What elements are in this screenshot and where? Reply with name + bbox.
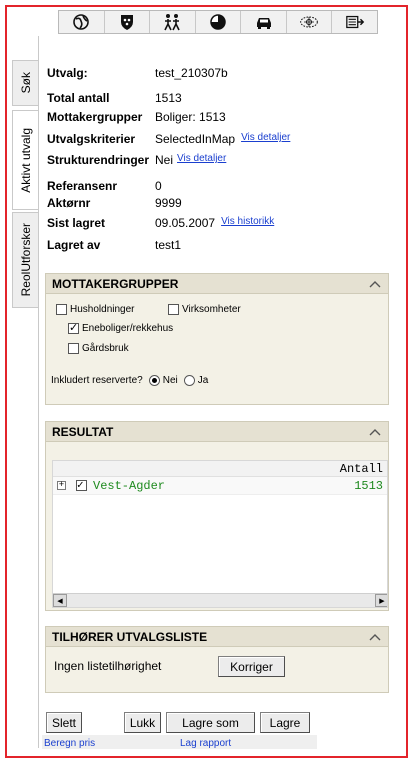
people-icon[interactable] bbox=[150, 11, 196, 33]
scroll-left-icon[interactable]: ◀ bbox=[53, 594, 67, 607]
collapse-up-icon[interactable] bbox=[368, 279, 382, 289]
ref-row: Referansenr 0 bbox=[47, 179, 162, 193]
scroll-right-icon[interactable]: ▶ bbox=[375, 594, 387, 607]
tab-sok[interactable]: Søk bbox=[12, 60, 38, 106]
total-value: 1513 bbox=[155, 91, 182, 105]
row-checkbox[interactable] bbox=[76, 478, 87, 492]
struktur-value: Nei bbox=[155, 153, 174, 167]
struktur-label: Strukturendringer bbox=[47, 153, 150, 167]
struktur-details-link[interactable]: Vis detaljer bbox=[177, 153, 226, 167]
kriterier-row: Utvalgskriterier SelectedInMap Vis detal… bbox=[47, 132, 290, 146]
lagret-value: 09.05.2007 bbox=[155, 216, 216, 230]
virksomheter-item: Virksomheter bbox=[168, 304, 241, 315]
shield-icon[interactable] bbox=[105, 11, 151, 33]
utvalgsliste-title: TILHØRER UTVALGSLISTE bbox=[52, 629, 208, 644]
reserverte-label: Inkludert reserverte? bbox=[51, 375, 143, 386]
lagret-row: Sist lagret 09.05.2007 Vis historikk bbox=[47, 216, 274, 230]
aktor-value: 9999 bbox=[155, 196, 182, 210]
lagret-label: Sist lagret bbox=[47, 216, 106, 230]
tab-sok-label: Søk bbox=[18, 72, 33, 94]
gardsbruk-checkbox[interactable] bbox=[68, 343, 79, 354]
eneboliger-item: Eneboliger/rekkehus bbox=[68, 321, 174, 334]
mottaker-row: Mottakergrupper Boliger: 1513 bbox=[47, 110, 226, 124]
kriterier-value: SelectedInMap bbox=[155, 132, 236, 146]
gardsbruk-label: Gårdsbruk bbox=[82, 343, 129, 354]
ref-value: 0 bbox=[155, 179, 162, 193]
virksomheter-checkbox[interactable] bbox=[168, 304, 179, 315]
result-grid: Antall + Vest-Agder 1513 ◀ ▶ bbox=[52, 460, 388, 608]
utvalg-value: test_210307b bbox=[155, 66, 228, 80]
slett-button[interactable]: Slett bbox=[46, 712, 82, 733]
lagretav-row: Lagret av test1 bbox=[47, 238, 181, 252]
car-icon[interactable] bbox=[241, 11, 287, 33]
aktor-row: Aktørnr 9999 bbox=[47, 196, 182, 210]
mottakergrupper-header: MOTTAKERGRUPPER bbox=[46, 274, 388, 294]
resultat-panel: RESULTAT Antall + Vest-Agder 1513 ◀ ▶ bbox=[45, 421, 389, 611]
struktur-row: Strukturendringer Nei Vis detaljer bbox=[47, 153, 226, 167]
tab-reolutforsker[interactable]: ReolUtforsker bbox=[12, 212, 38, 308]
expand-plus-icon[interactable]: + bbox=[57, 481, 66, 490]
tab-aktivt-utvalg-label: Aktivt utvalg bbox=[18, 127, 33, 193]
gardsbruk-item: Gårdsbruk bbox=[68, 343, 129, 354]
eneboliger-label: Eneboliger/rekkehus bbox=[82, 323, 174, 334]
aktor-label: Aktørnr bbox=[47, 196, 91, 210]
top-toolbar bbox=[58, 10, 378, 34]
husholdninger-checkbox[interactable] bbox=[56, 304, 67, 315]
pie-chart-icon[interactable] bbox=[196, 11, 242, 33]
total-label: Total antall bbox=[47, 91, 110, 105]
ref-label: Referansenr bbox=[47, 179, 118, 193]
utvalgsliste-text: Ingen listetilhørighet bbox=[54, 659, 162, 673]
collapse-up-icon[interactable] bbox=[368, 632, 382, 642]
row-name: Vest-Agder bbox=[93, 478, 166, 493]
mottakergrupper-panel: MOTTAKERGRUPPER Husholdninger Virksomhet… bbox=[45, 273, 389, 405]
table-row[interactable]: + Vest-Agder 1513 bbox=[53, 477, 387, 495]
mottaker-value: Boliger: 1513 bbox=[155, 110, 226, 124]
total-row: Total antall 1513 bbox=[47, 91, 182, 105]
resultat-header: RESULTAT bbox=[46, 422, 388, 442]
lagretav-label: Lagret av bbox=[47, 238, 101, 252]
horizontal-scrollbar[interactable]: ◀ ▶ bbox=[53, 593, 387, 607]
export-icon[interactable] bbox=[332, 11, 377, 33]
lagre-som-button[interactable]: Lagre som bbox=[166, 712, 255, 733]
mottaker-label: Mottakergrupper bbox=[47, 110, 143, 124]
resultat-title: RESULTAT bbox=[52, 424, 114, 439]
korriger-button[interactable]: Korriger bbox=[218, 656, 285, 677]
tab-aktivt-utvalg[interactable]: Aktivt utvalg bbox=[12, 110, 38, 210]
lagre-button[interactable]: Lagre bbox=[260, 712, 310, 733]
husholdninger-label: Husholdninger bbox=[70, 304, 135, 315]
eneboliger-checkbox[interactable] bbox=[68, 321, 79, 334]
mottakergrupper-title: MOTTAKERGRUPPER bbox=[52, 276, 179, 291]
history-link[interactable]: Vis historikk bbox=[221, 216, 274, 230]
reserverte-row: Inkludert reserverte? Nei Ja bbox=[51, 375, 208, 386]
globe-icon[interactable] bbox=[59, 11, 105, 33]
utvalgsliste-header: TILHØRER UTVALGSLISTE bbox=[46, 627, 388, 647]
kriterier-details-link[interactable]: Vis detaljer bbox=[241, 132, 290, 146]
ja-radio[interactable] bbox=[183, 375, 195, 386]
lagretav-value: test1 bbox=[155, 238, 182, 252]
map-target-icon[interactable] bbox=[287, 11, 333, 33]
beregn-pris-link[interactable]: Beregn pris bbox=[44, 738, 95, 749]
lukk-button[interactable]: Lukk bbox=[124, 712, 161, 733]
husholdninger-item: Husholdninger bbox=[56, 304, 135, 315]
nei-radio[interactable] bbox=[148, 375, 160, 386]
utvalg-label: Utvalg: bbox=[47, 66, 88, 80]
content-area: Utvalg: test_210307b Total antall 1513 M… bbox=[38, 36, 393, 748]
row-count: 1513 bbox=[354, 478, 383, 493]
utvalgsliste-panel: TILHØRER UTVALGSLISTE Ingen listetilhøri… bbox=[45, 626, 389, 693]
collapse-up-icon[interactable] bbox=[368, 427, 382, 437]
virksomheter-label: Virksomheter bbox=[182, 304, 241, 315]
lag-rapport-link[interactable]: Lag rapport bbox=[180, 738, 231, 749]
nei-label: Nei bbox=[162, 375, 178, 386]
ja-label: Ja bbox=[197, 375, 209, 386]
utvalg-row: Utvalg: test_210307b bbox=[47, 66, 228, 80]
tab-reolutforsker-label: ReolUtforsker bbox=[18, 223, 33, 297]
antall-column-header: Antall bbox=[53, 461, 387, 477]
kriterier-label: Utvalgskriterier bbox=[47, 132, 136, 146]
